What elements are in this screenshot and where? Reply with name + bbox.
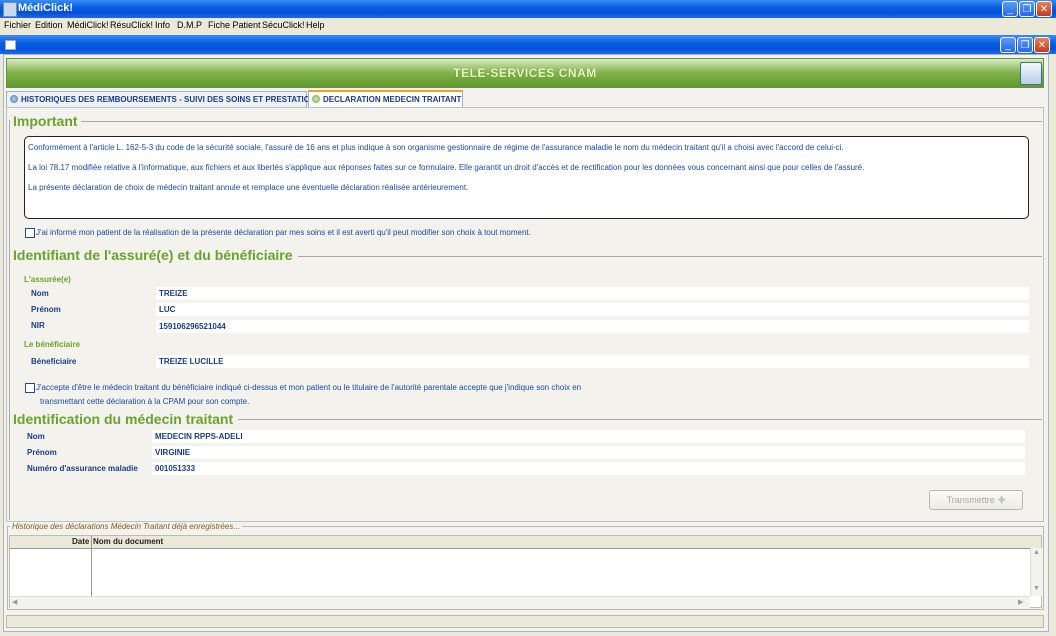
minimize-icon[interactable]: _ [1002,1,1018,17]
tab-label: HISTORIQUES DES REMBOURSEMENTS - SUIVI D… [21,95,322,104]
transmit-button[interactable]: Transmettre ✚ [929,490,1023,510]
assure-heading: L'assurée(e) [24,275,71,284]
menu-resuclick[interactable]: RésuClick! [110,20,153,30]
menu-edition[interactable]: Edition [35,20,63,30]
banner-title: TELE-SERVICES CNAM [453,66,597,80]
document-titlebar: _ ❐ ✕ [0,35,1056,54]
history-table-header [10,536,1041,549]
section-border [298,256,1042,257]
menu-fichier[interactable]: Fichier [4,20,31,30]
app-title: MédiClick! [18,2,74,14]
section-title-important: Important [12,113,81,129]
scroll-down-icon[interactable]: ▼ [1033,585,1040,592]
tab-declaration[interactable]: DECLARATION MEDECIN TRAITANT [308,90,463,107]
horizontal-scrollbar[interactable]: ◀ ▶ [10,596,1030,608]
app-titlebar: MédiClick! _ ❐ ✕ [0,0,1056,18]
document-icon [5,40,16,50]
column-header-date[interactable]: Date [72,537,89,546]
vertical-scrollbar[interactable]: ▲ ▼ [1030,548,1042,596]
field-label-nom: Nom [31,289,49,298]
app-icon[interactable] [3,2,17,17]
menu-bar: Fichier Edition MédiClick! RésuClick! In… [0,18,1056,34]
plus-icon: ✚ [997,495,1006,505]
service-banner: TELE-SERVICES CNAM [6,58,1044,88]
informed-checkbox[interactable] [25,228,35,238]
field-label-prenom: Prénom [31,305,61,314]
menu-info[interactable]: Info [155,20,170,30]
close-icon[interactable]: ✕ [1036,1,1052,17]
accept-checkbox[interactable] [25,383,35,393]
field-label-numero-assurance: Numéro d'assurance maladie [27,464,138,473]
status-bar [6,615,1044,628]
field-value-prenom: LUC [156,303,1029,316]
tab-icon [312,95,320,103]
device-icon[interactable] [1020,62,1042,85]
column-header-document[interactable]: Nom du document [93,537,163,546]
tab-historiques[interactable]: HISTORIQUES DES REMBOURSEMENTS - SUIVI D… [6,91,321,107]
section-border [80,121,1042,122]
accept-checkbox-label-line2: transmettant cette déclaration à la CPAM… [40,397,250,406]
info-paragraph: Conformément à l'article L. 162-5-3 du c… [28,143,844,152]
field-value-prenom-medecin: VIRGINIE [152,446,1025,459]
menu-fiche-patient[interactable]: Fiche Patient [208,20,261,30]
restore-icon[interactable]: ❐ [1019,1,1035,17]
tab-icon [10,95,18,103]
section-border [238,419,1042,420]
close-icon[interactable]: ✕ [1034,37,1050,53]
tab-label: DECLARATION MEDECIN TRAITANT [323,95,462,104]
menu-dmp[interactable]: D.M.P [177,20,202,30]
section-border [9,120,10,520]
info-paragraph: La loi 78.17 modifiée relative à l'infor… [28,163,865,172]
field-label-nom-medecin: Nom [27,432,45,441]
minimize-icon[interactable]: _ [1000,37,1016,53]
scroll-right-icon[interactable]: ▶ [1018,598,1023,606]
field-value-nir: 159106296521044 [156,320,1029,333]
field-value-numero-assurance: 001051333 [152,462,1025,475]
section-title-identifiant: Identifiant de l'assuré(e) et du bénéfic… [12,247,296,263]
info-paragraph: La présente déclaration de choix de méde… [28,183,469,192]
informed-checkbox-label: J'ai informé mon patient de la réalisati… [36,228,531,237]
field-label-prenom-medecin: Prénom [27,448,57,457]
transmit-label: Transmettre [946,495,995,505]
scroll-left-icon[interactable]: ◀ [12,598,17,606]
field-value-nom: TREIZE [156,287,1029,300]
field-value-nom-medecin: MEDECIN RPPS-ADELI [152,430,1025,443]
field-value-beneficiaire: TREIZE LUCILLE [156,355,1029,368]
scroll-up-icon[interactable]: ▲ [1033,549,1040,556]
restore-icon[interactable]: ❐ [1017,37,1033,53]
field-label-beneficiaire: Béneficiaire [31,357,77,366]
accept-checkbox-label: J'accepte d'être le médecin traitant du … [36,383,582,392]
section-title-medecin: Identification du médecin traitant [12,411,237,427]
beneficiaire-heading: Le bénéficiaire [24,340,81,349]
field-label-nir: NIR [31,321,45,330]
menu-secuclick[interactable]: SécuClick! [262,20,305,30]
menu-mediclick[interactable]: MédiClick! [67,20,109,30]
history-title: Historique des déclarations Médecin Trai… [10,522,242,531]
menu-help[interactable]: Help [306,20,325,30]
column-separator [91,536,92,596]
